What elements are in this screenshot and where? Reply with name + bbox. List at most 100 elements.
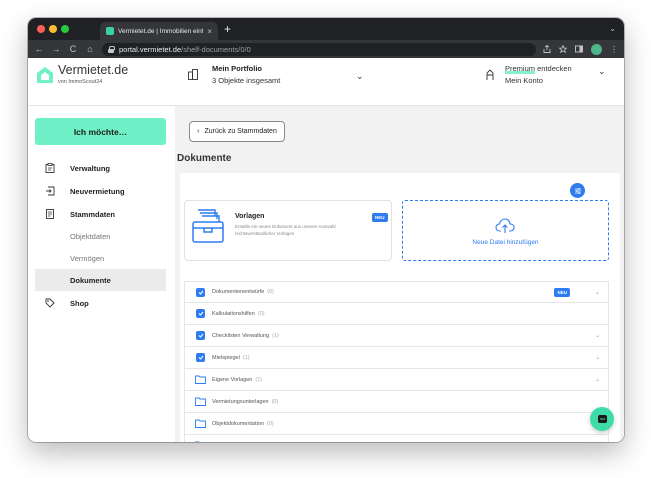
folder-name: Eigene Vorlagen <box>212 376 253 383</box>
share-icon[interactable] <box>543 45 551 53</box>
page-title: Dokumente <box>177 153 232 164</box>
upload-label: Neue Datei hinzufügen <box>472 239 539 246</box>
folder-label: Checklisten Verwaltung (1) <box>212 333 279 339</box>
chevron-down-icon: ⌄ <box>356 71 364 81</box>
folder-label: Mietspiegel (1) <box>212 355 250 361</box>
folder-count: (0) <box>267 289 275 295</box>
folder-row[interactable]: Dokumentenentwürfe (0) NEU ⌄ <box>184 281 609 303</box>
vorlagen-card[interactable]: Vorlagen Erstelle ein neues Dokument aus… <box>184 200 392 261</box>
folder-row[interactable]: Objektdokumentation (0) <box>184 413 609 435</box>
app-header: Vermietet.de von ImmoScout24 Mein Portfo… <box>28 58 624 106</box>
folder-name: Mietspiegel <box>212 354 240 361</box>
chevron-down-icon[interactable]: ⌄ <box>595 376 600 383</box>
browser-tabbar: Vermietet.de | Immobilien einfach × + ⌄ <box>28 18 624 40</box>
browser-tab[interactable]: Vermietet.de | Immobilien einfach × <box>100 22 218 40</box>
account-menu[interactable]: Premium entdecken Mein Konto <box>485 64 572 85</box>
document-icon <box>46 209 54 219</box>
sidebar-item-shop[interactable]: Shop <box>28 292 175 314</box>
forward-arrow-icon[interactable]: → <box>51 44 61 54</box>
folder-count: (0) <box>271 398 279 405</box>
logo-house-icon[interactable] <box>36 66 54 84</box>
sidebar-item-label: Neuvermietung <box>70 186 125 196</box>
folder-count: (0) <box>257 310 265 317</box>
account-chevron-icon[interactable]: ⌄ <box>598 66 606 77</box>
bookmark-star-icon[interactable] <box>559 45 567 53</box>
folder-name: Kalkulationshilfen <box>212 310 255 317</box>
clipboard-icon <box>45 163 55 173</box>
folder-label: Vermietungsunterlagen (0) <box>212 399 278 405</box>
lock-icon <box>108 46 115 53</box>
folder-count: (0) <box>266 420 274 427</box>
sidebar-item-objektdaten[interactable]: Objektdaten <box>28 225 175 247</box>
filter-settings-button[interactable] <box>570 183 585 198</box>
cloud-upload-icon <box>495 218 515 233</box>
folder-row[interactable]: Buchhaltung(0) <box>184 435 609 442</box>
back-arrow-icon[interactable]: ← <box>34 44 44 54</box>
browser-toolbar: ← → C ⌂ portal.vermietet.de /shelf-docum… <box>28 40 624 58</box>
vorlagen-title: Vorlagen <box>235 213 265 220</box>
chevron-down-icon[interactable]: ⌄ <box>595 354 600 361</box>
premium-action[interactable]: entdecken <box>537 64 572 73</box>
portfolio-selector[interactable]: Mein Portfolio 3 Objekte insgesamt ⌄ <box>188 64 364 85</box>
folder-row[interactable]: Kalkulationshilfen (0) <box>184 303 609 325</box>
building-icon <box>188 69 198 80</box>
premium-label[interactable]: Premium <box>505 64 535 73</box>
address-bar[interactable]: portal.vermietet.de /shelf-documents/0/0 <box>102 42 536 56</box>
upload-dropzone[interactable]: Neue Datei hinzufügen <box>402 200 609 261</box>
folder-icon <box>195 375 206 384</box>
chevron-down-icon[interactable]: ⌄ <box>595 332 600 339</box>
folder-icon <box>195 419 206 428</box>
tab-title: Vermietet.de | Immobilien einfach <box>118 27 203 35</box>
folder-label: Kalkulationshilfen (0) <box>212 311 265 317</box>
ich-moechte-button[interactable]: Ich möchte… <box>35 118 166 145</box>
document-tray-icon <box>192 209 224 243</box>
folder-name: Vermietungsunterlagen <box>212 398 269 405</box>
folder-name: Objektdokumentation <box>212 420 264 427</box>
tab-search-icon[interactable]: ⌄ <box>609 24 616 33</box>
folder-label: Eigene Vorlagen (1) <box>212 377 262 383</box>
sidebar-item-label: Stammdaten <box>70 209 116 219</box>
folder-count: (1) <box>272 332 279 339</box>
sidebar-item-label: Verwaltung <box>70 163 111 173</box>
folder-name: Dokumentenentwürfe <box>212 289 265 295</box>
chevron-left-icon: ‹ <box>197 128 200 135</box>
portfolio-count: 3 Objekte insgesamt <box>212 76 281 85</box>
logo-text[interactable]: Vermietet.de <box>58 63 128 77</box>
folder-label: Dokumentenentwürfe (0) <box>212 289 274 295</box>
home-icon[interactable]: ⌂ <box>85 44 95 54</box>
reload-icon[interactable]: C <box>68 44 78 54</box>
maximize-window-button[interactable] <box>61 25 69 33</box>
folder-row[interactable]: Checklisten Verwaltung (1) ⌄ <box>184 325 609 347</box>
favicon-icon <box>106 27 114 35</box>
folder-row[interactable]: Eigene Vorlagen (1) ⌄ <box>184 369 609 391</box>
sidebar-item-dokumente[interactable]: Dokumente <box>35 269 166 291</box>
vorlagen-description: Erstelle ein neues Dokument aus unserer … <box>235 224 336 236</box>
folder-row[interactable]: Vermietungsunterlagen (0) <box>184 391 609 413</box>
checklist-icon <box>196 288 205 297</box>
url-path: /shelf-documents/0/0 <box>181 44 251 54</box>
back-to-stammdaten-button[interactable]: ‹ Zurück zu Stammdaten <box>189 121 285 142</box>
sidebar-item-vermoegen[interactable]: Vermögen <box>28 247 175 269</box>
new-tab-button[interactable]: + <box>224 22 231 36</box>
folder-icon <box>195 441 200 442</box>
minimize-window-button[interactable] <box>49 25 57 33</box>
folder-label: Objektdokumentation (0) <box>212 421 274 427</box>
sliders-icon <box>574 187 581 194</box>
folder-count: (1) <box>242 354 250 361</box>
sidebar-toggle-icon[interactable] <box>575 45 583 53</box>
tab-close-icon[interactable]: × <box>207 27 212 36</box>
chat-button[interactable] <box>590 407 614 431</box>
portfolio-title: Mein Portfolio <box>212 64 262 73</box>
profile-avatar[interactable] <box>591 43 602 55</box>
chevron-down-icon[interactable]: ⌄ <box>595 289 600 296</box>
chat-bubble-icon <box>597 414 607 423</box>
folder-row[interactable]: Mietspiegel (1) ⌄ <box>184 347 609 369</box>
back-button-label: Zurück zu Stammdaten <box>204 128 277 135</box>
sidebar-item-verwaltung[interactable]: Verwaltung <box>28 157 175 179</box>
close-window-button[interactable] <box>37 25 45 33</box>
sidebar-item-stammdaten[interactable]: Stammdaten <box>28 203 175 225</box>
logo-subtitle: von ImmoScout24 <box>58 79 103 85</box>
browser-menu-icon[interactable]: ⋮ <box>610 45 618 54</box>
sidebar-item-neuvermietung[interactable]: Neuvermietung <box>28 180 175 202</box>
checklist-icon <box>196 309 205 318</box>
